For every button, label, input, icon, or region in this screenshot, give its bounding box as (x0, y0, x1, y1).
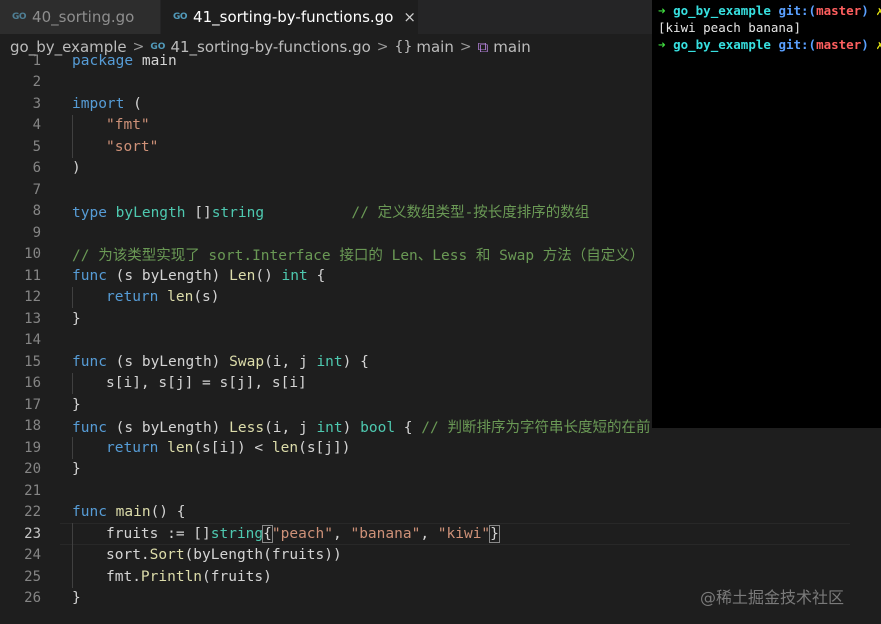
go-file-icon: GO (173, 12, 188, 22)
indent-guide (72, 523, 73, 545)
prompt-arrow-icon: ➜ (658, 3, 666, 18)
line-number: 22 (24, 504, 41, 521)
line-number: 26 (24, 590, 41, 607)
line-code: return len(s) (106, 289, 220, 306)
indent-guide (72, 437, 73, 459)
close-icon[interactable]: × (403, 8, 416, 26)
indent-guide (72, 566, 73, 588)
line-number: 23 (24, 525, 41, 542)
line-code: import ( (72, 95, 142, 112)
tab-41-sorting-by-functions[interactable]: GO 41_sorting-by-functions.go × (161, 0, 419, 34)
line-code: return len(s[i]) < len(s[j]) (106, 439, 351, 456)
go-file-icon: GO (12, 12, 27, 22)
line-number: 1 (32, 52, 41, 69)
code-line: 24 sort.Sort(byLength(fruits)) (0, 544, 881, 566)
terminal-output: [kiwi peach banana] (658, 20, 801, 35)
line-number: 16 (24, 375, 41, 392)
line-code: func main() { (72, 504, 186, 521)
code-line-current: 23 fruits := []string{"peach", "banana",… (0, 523, 881, 545)
line-code: "sort" (106, 138, 159, 155)
indent-guide (72, 136, 73, 158)
line-number: 9 (32, 224, 41, 241)
line-number: 11 (24, 267, 41, 284)
code-line: 20 } (0, 459, 881, 481)
code-line: 22 func main() { (0, 502, 881, 524)
line-code: s[i], s[j] = s[j], s[i] (106, 375, 307, 392)
tab-label: 41_sorting-by-functions.go (193, 8, 394, 26)
line-code: fruits := []string{"peach", "banana", "k… (106, 524, 500, 543)
line-number: 3 (32, 95, 41, 112)
line-code: "fmt" (106, 117, 150, 134)
line-code: } (72, 461, 81, 478)
line-code: fmt.Println(fruits) (106, 568, 272, 585)
line-number: 17 (24, 396, 41, 413)
tab-label: 40_sorting.go (32, 8, 135, 26)
line-code: } (72, 590, 81, 607)
line-number: 10 (24, 246, 41, 263)
line-number: 20 (24, 461, 41, 478)
line-code: package main (72, 52, 177, 69)
terminal-window[interactable]: ➜ go_by_example git:(master) ✗ [kiwi pea… (652, 0, 881, 428)
line-number: 18 (24, 418, 41, 435)
line-code: sort.Sort(byLength(fruits)) (106, 547, 342, 564)
line-number: 5 (32, 138, 41, 155)
line-number: 24 (24, 547, 41, 564)
line-number: 13 (24, 310, 41, 327)
line-number: 2 (32, 74, 41, 91)
line-number: 7 (32, 181, 41, 198)
line-code: func (s byLength) Less(i, j int) bool { … (72, 419, 651, 436)
line-code: } (72, 396, 81, 413)
line-code: ) (72, 160, 81, 177)
line-code: } (72, 310, 81, 327)
watermark: @稀土掘金技术社区 (700, 588, 845, 607)
dirty-mark-icon: ✗ (876, 37, 881, 52)
terminal-prompt: ➜ go_by_example git:(master) ✗ (658, 36, 881, 53)
line-number: 21 (24, 482, 41, 499)
line-code: func (s byLength) Len() int { (72, 267, 326, 284)
line-number: 4 (32, 117, 41, 134)
indent-guide (72, 544, 73, 566)
indent-guide (72, 114, 73, 136)
dirty-mark-icon: ✗ (876, 3, 881, 18)
line-number: 6 (32, 160, 41, 177)
line-number: 14 (24, 332, 41, 349)
line-number: 12 (24, 289, 41, 306)
code-line: 19 return len(s[i]) < len(s[j]) (0, 437, 881, 459)
terminal-prompt: ➜ go_by_example git:(master) ✗ (658, 2, 881, 19)
code-line: 21 (0, 480, 881, 502)
indent-guide (72, 372, 73, 394)
line-code: type byLength []string // 定义数组类型-按长度排序的数… (72, 204, 590, 221)
line-number: 15 (24, 353, 41, 370)
line-code: // 为该类型实现了 sort.Interface 接口的 Len、Less 和… (72, 247, 645, 264)
line-number: 19 (24, 439, 41, 456)
prompt-arrow-icon: ➜ (658, 37, 666, 52)
line-number: 25 (24, 568, 41, 585)
tab-40-sorting[interactable]: GO 40_sorting.go (0, 0, 161, 34)
indent-guide (72, 286, 73, 308)
line-number: 8 (32, 203, 41, 220)
line-code: func (s byLength) Swap(i, j int) { (72, 353, 369, 370)
